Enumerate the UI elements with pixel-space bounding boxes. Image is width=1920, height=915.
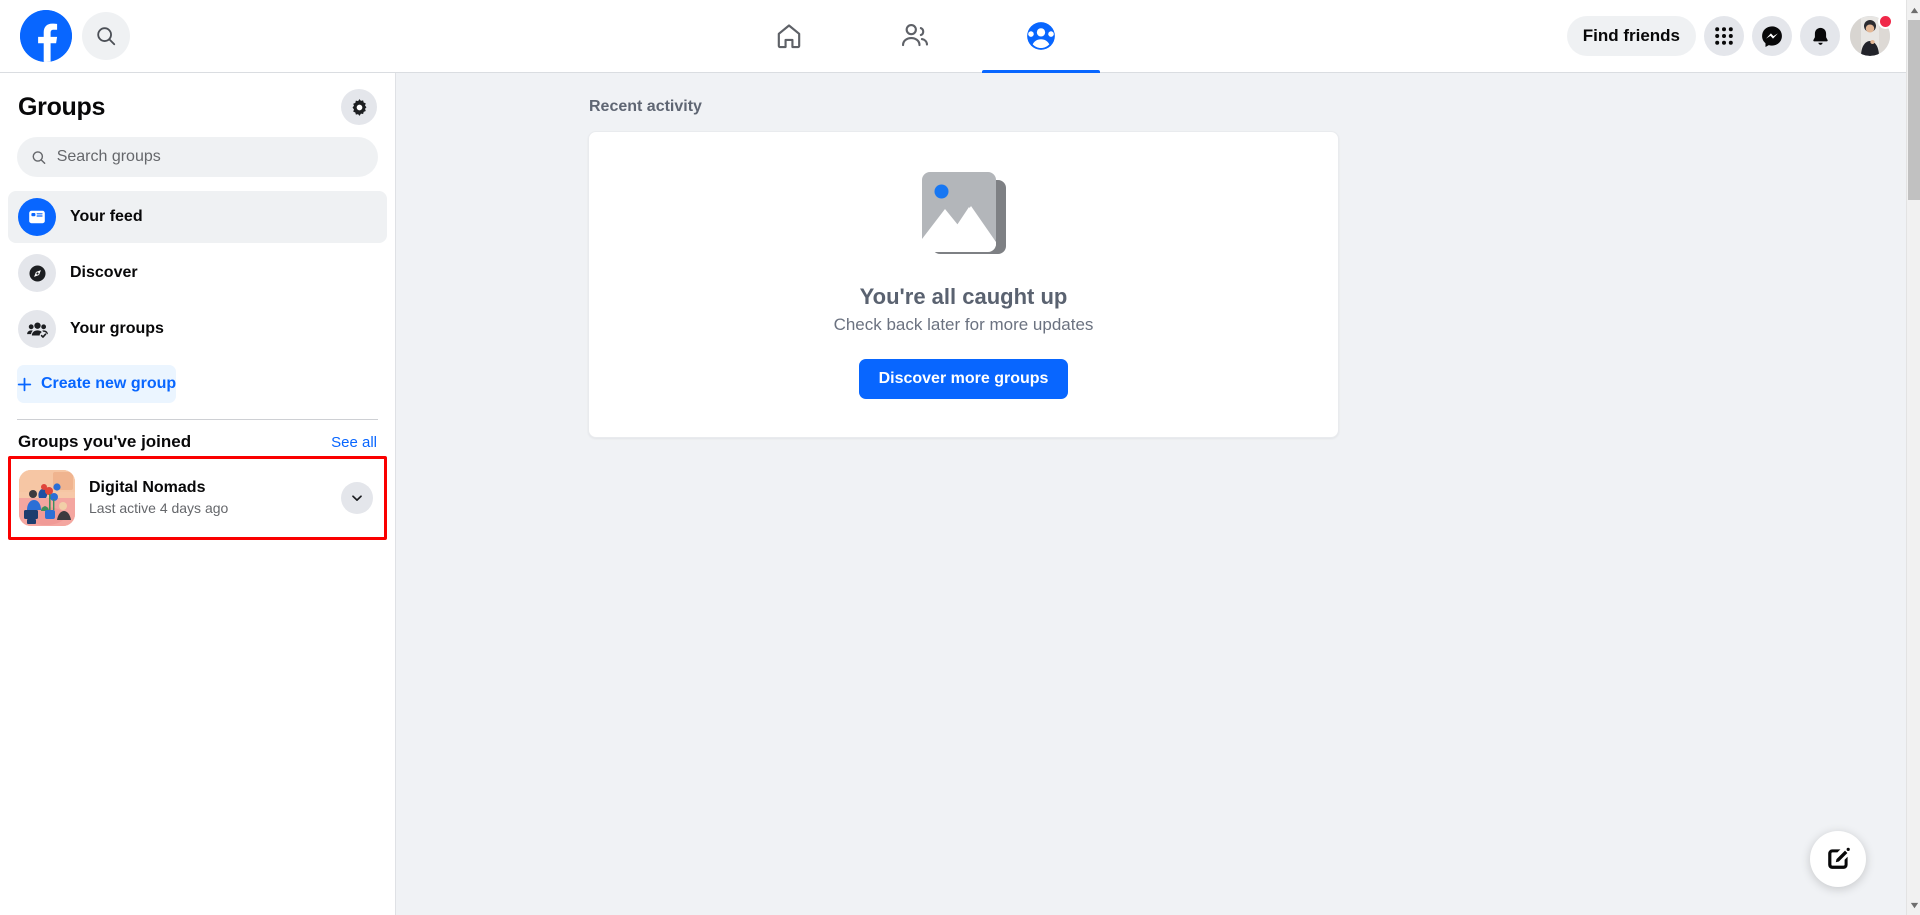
image-placeholder-icon <box>912 170 1016 262</box>
messenger-button[interactable] <box>1752 16 1792 56</box>
see-all-link[interactable]: See all <box>331 434 377 451</box>
tab-groups[interactable] <box>982 0 1100 73</box>
group-last-active: Last active 4 days ago <box>89 500 229 516</box>
page-title: Groups <box>18 92 106 121</box>
page-scrollbar[interactable] <box>1906 0 1920 915</box>
people-check-icon <box>18 310 56 348</box>
search-button[interactable] <box>82 12 130 60</box>
topbar-right-section: Find friends <box>1470 14 1920 56</box>
search-icon <box>32 150 46 164</box>
bell-icon <box>1812 27 1828 45</box>
chevron-down-icon <box>352 495 362 501</box>
sidebar-item-label: Your feed <box>70 208 143 225</box>
recent-activity-heading: Recent activity <box>589 98 702 115</box>
recent-activity-card: You're all caught up Check back later fo… <box>588 131 1339 438</box>
joined-groups-title: Groups you've joined <box>18 432 192 451</box>
friends-icon <box>901 23 929 47</box>
top-navigation-bar: Find friends <box>0 0 1920 73</box>
search-groups-field[interactable] <box>17 137 378 177</box>
main-content: Recent activity You're all caught up Che… <box>397 73 1908 915</box>
scroll-down-arrow[interactable] <box>1907 897 1920 913</box>
sidebar-item-label: Discover <box>70 264 138 281</box>
groups-icon <box>1027 22 1055 50</box>
scroll-up-arrow[interactable] <box>1907 2 1920 18</box>
compose-icon <box>1828 847 1850 869</box>
sidebar-nav-list: Your feed Discover Your groups <box>0 187 395 355</box>
feed-icon <box>18 198 56 236</box>
empty-state-subtitle: Check back later for more updates <box>833 315 1094 334</box>
compass-icon <box>18 254 56 292</box>
topbar-left-section <box>0 10 360 62</box>
search-input[interactable] <box>56 148 364 166</box>
sidebar-item-your-groups[interactable]: Your groups <box>8 303 387 355</box>
create-new-group-label: Create new group <box>41 375 177 392</box>
notifications-button[interactable] <box>1800 16 1840 56</box>
search-icon <box>97 27 116 46</box>
facebook-logo[interactable] <box>20 10 72 62</box>
compose-button[interactable] <box>1810 831 1866 887</box>
plus-icon <box>17 377 32 391</box>
create-new-group-button[interactable]: Create new group <box>17 365 177 403</box>
group-thumbnail <box>19 470 75 526</box>
groups-settings-button[interactable] <box>341 89 377 125</box>
messenger-icon <box>1762 26 1782 47</box>
gear-icon <box>352 98 366 116</box>
group-name: Digital Nomads <box>89 479 206 497</box>
tab-home[interactable] <box>730 0 848 73</box>
discover-more-groups-button[interactable]: Discover more groups <box>858 359 1069 399</box>
sidebar-item-your-feed[interactable]: Your feed <box>8 191 387 243</box>
notification-badge <box>1878 14 1893 29</box>
home-icon <box>777 24 801 49</box>
find-friends-button[interactable]: Find friends <box>1566 16 1696 56</box>
tab-friends[interactable] <box>856 0 974 73</box>
groups-sidebar: Groups Your feed <box>0 73 396 915</box>
group-options-button[interactable] <box>341 482 373 514</box>
sidebar-item-discover[interactable]: Discover <box>8 247 387 299</box>
empty-state-title: You're all caught up <box>859 284 1068 309</box>
sidebar-header: Groups <box>0 73 395 131</box>
apps-menu-button[interactable] <box>1704 16 1744 56</box>
joined-groups-header: Groups you've joined See all <box>0 420 395 458</box>
sidebar-item-label: Your groups <box>70 320 164 337</box>
profile-avatar-button[interactable] <box>1850 14 1893 56</box>
grid-menu-icon <box>1715 27 1733 45</box>
scrollbar-thumb[interactable] <box>1908 20 1920 200</box>
primary-nav-tabs <box>360 0 1470 73</box>
list-item[interactable]: Digital Nomads Last active 4 days ago <box>13 463 381 533</box>
group-info: Digital Nomads Last active 4 days ago <box>89 477 327 518</box>
